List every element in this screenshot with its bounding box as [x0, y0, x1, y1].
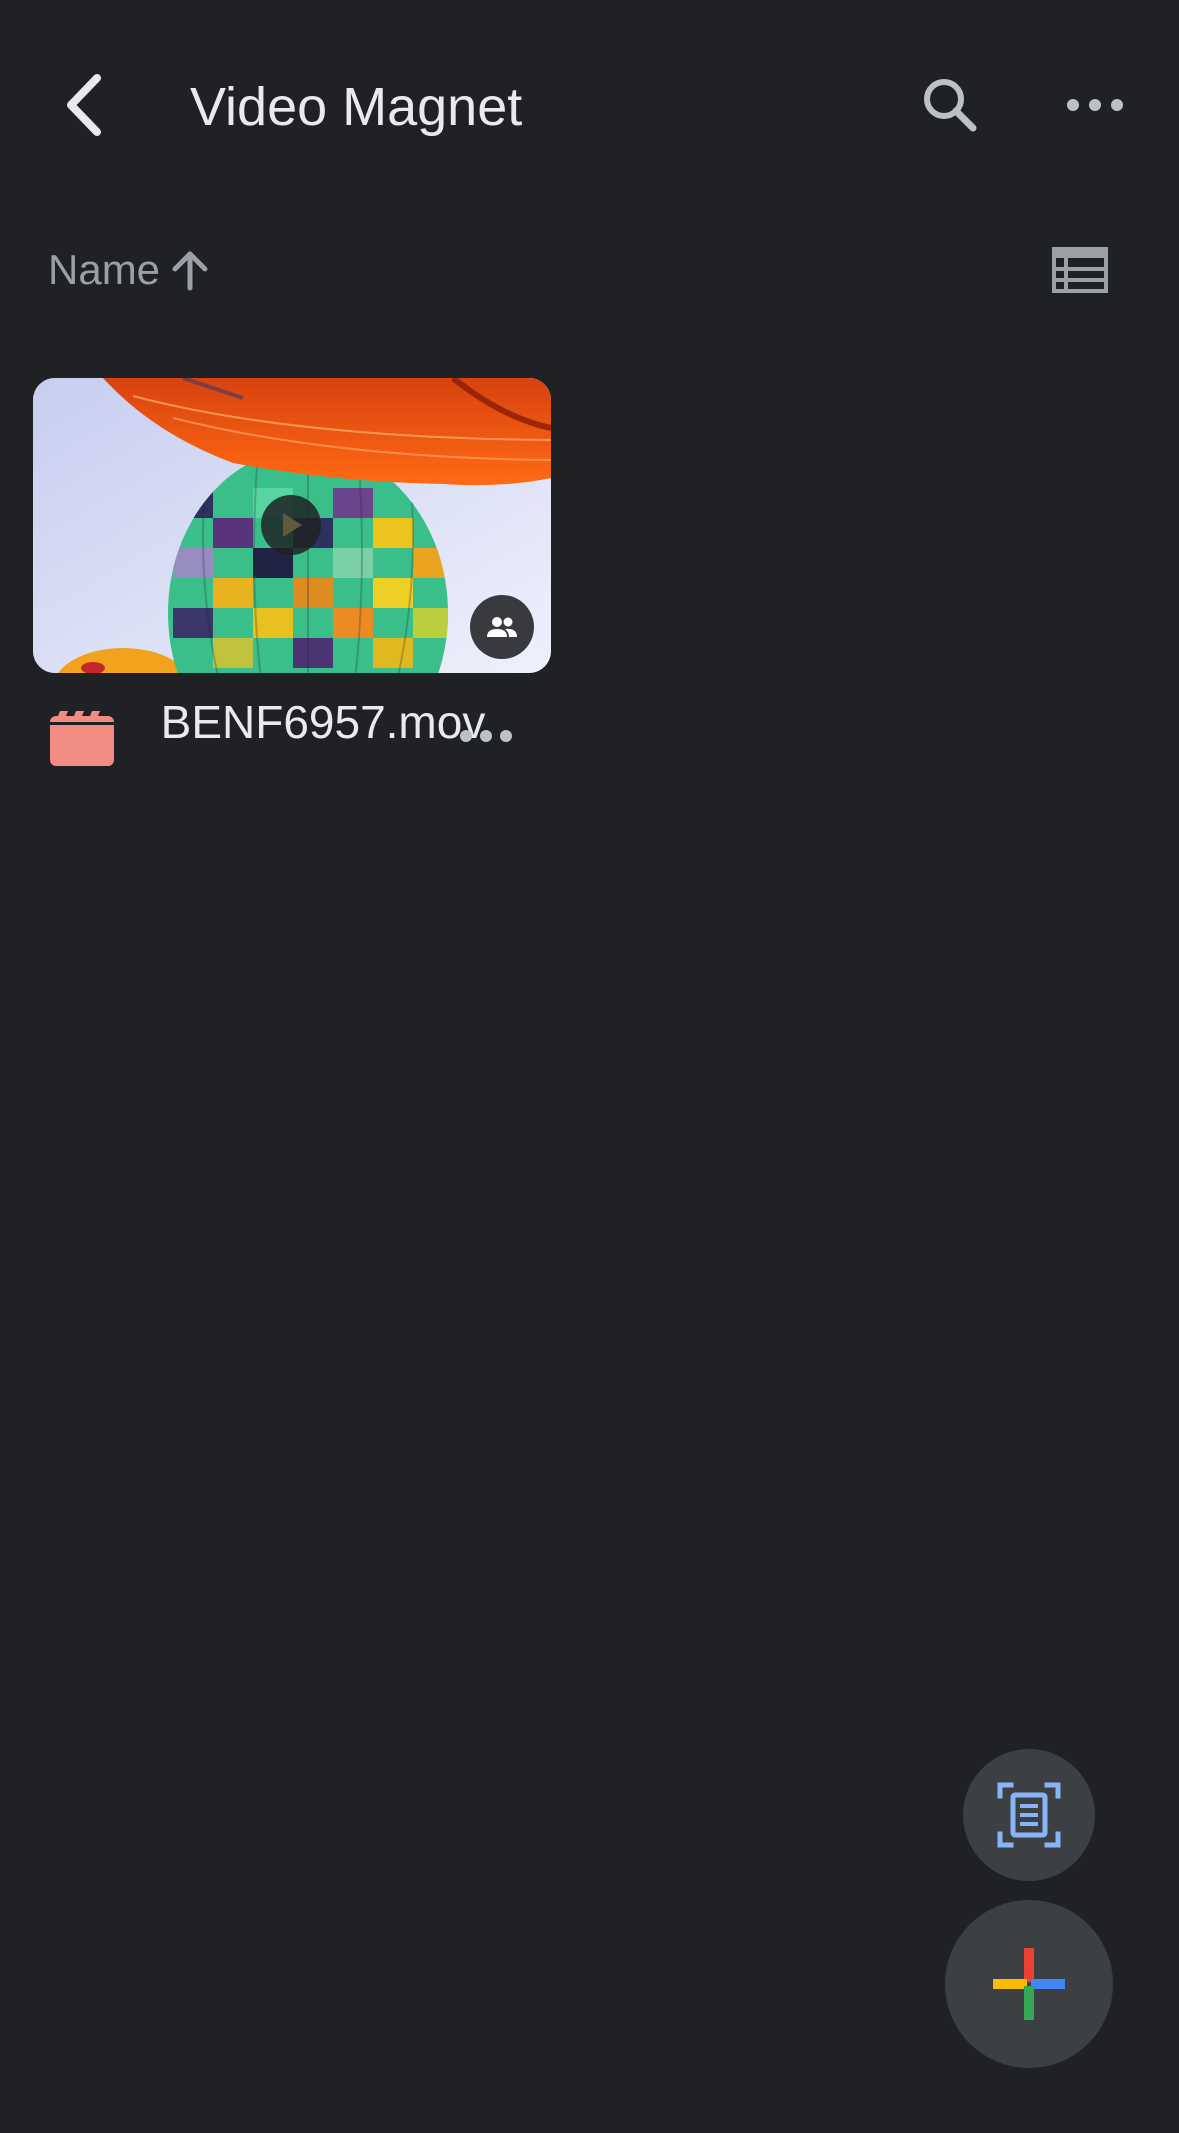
file-card[interactable]: BENF6957.mov	[33, 378, 551, 818]
sort-by-name-button[interactable]: Name	[48, 240, 210, 300]
list-view-icon	[1052, 247, 1108, 293]
document-scan-icon	[997, 1782, 1061, 1848]
top-app-bar: Video Magnet	[0, 0, 1179, 216]
more-options-button[interactable]	[1050, 60, 1140, 150]
chevron-left-icon	[67, 74, 101, 136]
search-button[interactable]	[905, 60, 995, 150]
play-badge	[261, 495, 321, 555]
plus-icon	[993, 1948, 1065, 2020]
sort-bar: Name	[0, 230, 1179, 310]
new-item-button[interactable]	[945, 1900, 1113, 2068]
list-view-toggle-button[interactable]	[1040, 230, 1120, 310]
app-root: Video Magnet Name BENF6957.mov	[0, 0, 1179, 2133]
page-title: Video Magnet	[190, 77, 523, 137]
file-thumbnail[interactable]	[33, 378, 551, 673]
shared-badge	[470, 595, 534, 659]
search-icon	[924, 79, 977, 132]
more-horizontal-icon	[460, 730, 512, 742]
scan-document-button[interactable]	[963, 1749, 1095, 1881]
file-name[interactable]: BENF6957.mov	[153, 690, 493, 754]
video-file-icon	[50, 711, 114, 766]
more-horizontal-icon	[1067, 99, 1123, 111]
back-button[interactable]	[40, 60, 130, 150]
play-icon	[283, 513, 302, 537]
file-more-options-button[interactable]	[451, 706, 521, 766]
people-icon	[487, 617, 517, 637]
sort-label: Name	[48, 246, 161, 293]
arrow-up-icon	[170, 248, 210, 292]
